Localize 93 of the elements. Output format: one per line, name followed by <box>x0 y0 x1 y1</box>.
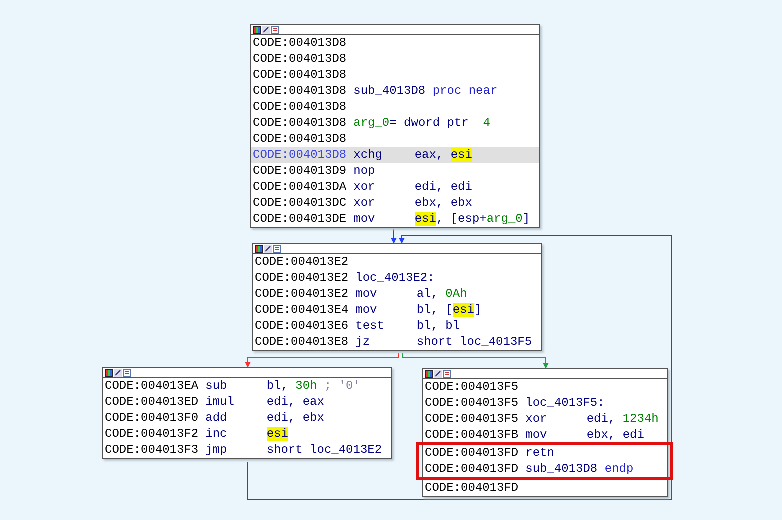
graph-icon[interactable] <box>443 370 451 378</box>
graph-icon[interactable] <box>271 26 279 34</box>
address-label: CODE:004013ED <box>105 395 199 409</box>
mnemonic: mov <box>356 302 378 318</box>
address-label: CODE:004013E4 <box>255 303 349 317</box>
mnemonic: imul <box>206 394 236 410</box>
operand: edi, <box>586 412 617 426</box>
address-label: CODE:004013D8 <box>253 68 347 82</box>
mnemonic: xor <box>354 195 376 211</box>
comment: ; '0' <box>323 379 360 393</box>
mnemonic: mov <box>354 211 376 227</box>
operand: edi, edi <box>414 180 472 194</box>
address-label: CODE:004013D8 <box>253 116 347 130</box>
address-label: CODE:004013E6 <box>255 319 349 333</box>
address-label: CODE:004013F5 <box>425 412 519 426</box>
graph-icon[interactable] <box>123 368 131 376</box>
address-label: CODE:004013DC <box>253 196 347 210</box>
mnemonic: xor <box>354 179 376 195</box>
operand: short loc_4013F5 <box>416 335 532 349</box>
label-name: loc_4013E2: <box>356 271 435 285</box>
mnemonic: sub <box>206 378 228 394</box>
operand: bl, bl <box>416 319 460 333</box>
operand: eax, <box>414 148 445 162</box>
operand: 0Ah <box>446 287 468 301</box>
address-label: CODE:004013D8 <box>253 148 347 162</box>
address-label: CODE:004013F3 <box>105 443 199 457</box>
highlighted-register: esi <box>266 427 288 441</box>
address-label: CODE:004013E2 <box>255 287 349 301</box>
label-name: sub_4013D8 <box>354 84 427 98</box>
mnemonic: test <box>356 318 386 334</box>
operand: 1234h <box>622 412 659 426</box>
operand: , [esp+ <box>436 212 487 226</box>
address-label: CODE:004013FD <box>425 481 519 495</box>
address-label: CODE:004013D8 <box>253 52 347 66</box>
graph-icon[interactable] <box>273 244 281 252</box>
mnemonic: nop <box>354 163 376 179</box>
palette-icon[interactable] <box>425 370 433 378</box>
mnemonic: xchg <box>354 147 384 163</box>
address-label: CODE:004013E2 <box>255 271 349 285</box>
mnemonic: jmp <box>206 442 228 458</box>
mnemonic: inc <box>206 426 228 442</box>
highlighted-register: esi <box>450 148 472 162</box>
palette-icon[interactable] <box>255 244 263 252</box>
mnemonic: mov <box>356 286 378 302</box>
operand: ] <box>474 303 482 317</box>
mnemonic: mov <box>526 427 548 443</box>
operand: 30h <box>296 379 318 393</box>
address-label: CODE:004013F5 <box>425 396 519 410</box>
label-name: = dword ptr <box>390 116 470 130</box>
operand: arg_0 <box>354 116 390 130</box>
mnemonic: add <box>206 410 228 426</box>
address-label: CODE:004013EA <box>105 379 199 393</box>
address-label: CODE:004013F5 <box>425 380 519 394</box>
palette-icon[interactable] <box>105 368 113 376</box>
operand: ebx, edi <box>586 428 644 442</box>
mnemonic: retn <box>526 445 556 461</box>
label-name: sub_4013D8 <box>526 462 599 476</box>
keyword: endp <box>604 462 634 476</box>
mnemonic: xor <box>526 411 548 427</box>
pencil-icon[interactable] <box>264 244 272 252</box>
operand: ebx, ebx <box>414 196 472 210</box>
address-label: CODE:004013D8 <box>253 84 347 98</box>
address-label: CODE:004013D9 <box>253 164 347 178</box>
pencil-icon[interactable] <box>262 26 270 34</box>
address-label: CODE:004013D8 <box>253 100 347 114</box>
address-label: CODE:004013DA <box>253 180 347 194</box>
address-label: CODE:004013E2 <box>255 255 349 269</box>
mnemonic: jz <box>356 334 372 350</box>
operand: arg_0 <box>486 212 523 226</box>
palette-icon[interactable] <box>253 26 261 34</box>
operand: edi, eax <box>266 395 324 409</box>
operand: al, <box>416 287 440 301</box>
address-label: CODE:004013E8 <box>255 335 349 349</box>
operand: bl, <box>266 379 290 393</box>
address-label: CODE:004013FD <box>425 446 519 460</box>
address-label: CODE:004013D8 <box>253 36 347 50</box>
operand: edi, ebx <box>266 411 324 425</box>
address-label: CODE:004013DE <box>253 212 347 226</box>
address-label: CODE:004013FB <box>425 428 519 442</box>
highlighted-register: esi <box>452 303 474 317</box>
pencil-icon[interactable] <box>114 368 122 376</box>
pencil-icon[interactable] <box>434 370 442 378</box>
address-label: CODE:004013F2 <box>105 427 199 441</box>
address-label: CODE:004013FD <box>425 462 519 476</box>
operand: short loc_4013E2 <box>266 443 382 457</box>
keyword: proc near <box>432 84 498 98</box>
highlighted-register: esi <box>414 212 436 226</box>
label-name: loc_4013F5: <box>526 396 605 410</box>
address-label: CODE:004013D8 <box>253 132 347 146</box>
address-label: CODE:004013F0 <box>105 411 199 425</box>
operand: bl, [ <box>416 303 453 317</box>
operand: ] <box>522 212 530 226</box>
operand: 4 <box>483 116 490 130</box>
